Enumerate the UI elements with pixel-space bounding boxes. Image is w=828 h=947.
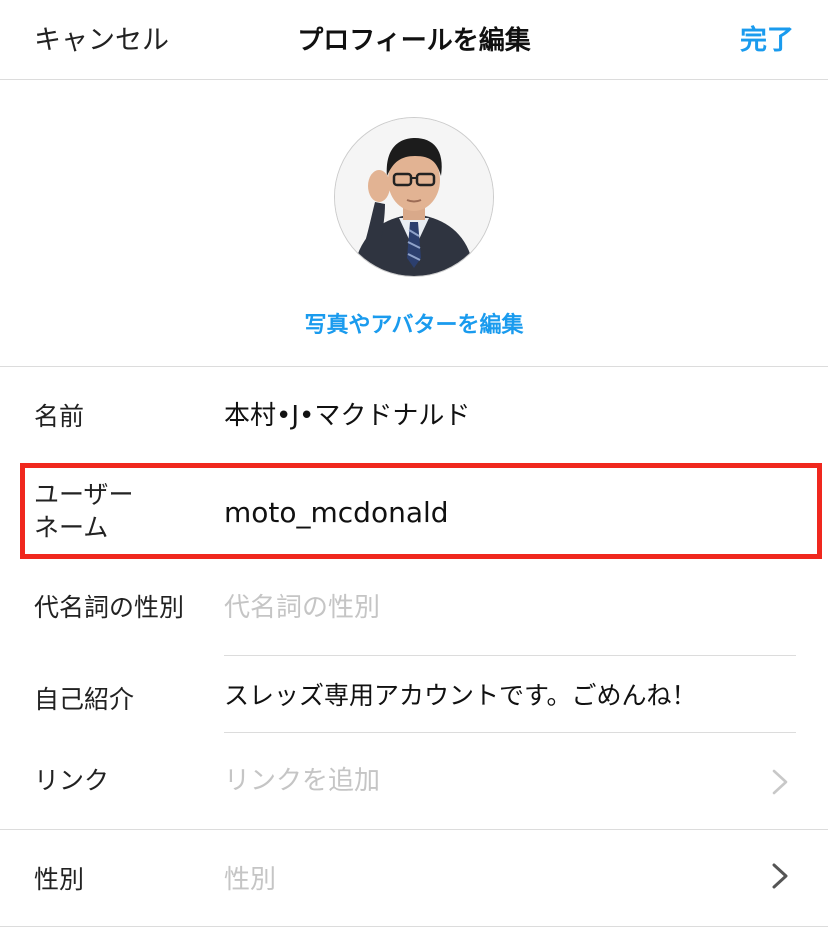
username-label: ユーザー ネーム xyxy=(34,478,134,544)
link-row[interactable]: リンク リンクを追加 xyxy=(0,733,828,829)
bio-field[interactable]: スレッズ専用アカウントです。ごめんね！ xyxy=(224,679,697,713)
link-label: リンク xyxy=(34,766,110,795)
gender-label: 性別 xyxy=(34,865,85,894)
bio-label: 自己紹介 xyxy=(34,685,135,714)
pronouns-label: 代名詞の性別 xyxy=(34,593,185,622)
profile-photo xyxy=(335,118,493,276)
pronouns-field[interactable]: 代名詞の性別 xyxy=(224,591,380,625)
pronouns-row: 代名詞の性別 代名詞の性別 xyxy=(0,560,828,656)
gender-field[interactable]: 性別 xyxy=(224,863,276,897)
bio-row: 自己紹介 スレッズ専用アカウントです。ごめんね！ xyxy=(0,656,828,733)
done-button[interactable]: 完了 xyxy=(740,18,794,57)
username-label-line2: ネーム xyxy=(34,513,109,542)
username-label-line1: ユーザー xyxy=(34,480,134,509)
name-field[interactable]: 本村•J•マクドナルド xyxy=(224,399,470,433)
link-field[interactable]: リンクを追加 xyxy=(224,764,380,798)
username-row: ユーザー ネーム moto_mcdonald xyxy=(0,464,828,560)
avatar[interactable] xyxy=(334,117,494,277)
page-title: プロフィールを編集 xyxy=(297,26,531,56)
chevron-right-icon[interactable] xyxy=(772,769,788,795)
gender-row[interactable]: 性別 性別 xyxy=(0,830,828,926)
name-row: 名前 本村•J•マクドナルド xyxy=(0,368,828,464)
username-field[interactable]: moto_mcdonald xyxy=(224,496,449,530)
nav-header: キャンセル プロフィールを編集 完了 xyxy=(0,0,828,80)
bottom-divider xyxy=(0,926,828,927)
name-label: 名前 xyxy=(34,402,85,431)
avatar-section: 写真やアバターを編集 xyxy=(0,80,828,367)
chevron-right-icon[interactable] xyxy=(772,863,788,889)
edit-avatar-link[interactable]: 写真やアバターを編集 xyxy=(0,307,828,339)
